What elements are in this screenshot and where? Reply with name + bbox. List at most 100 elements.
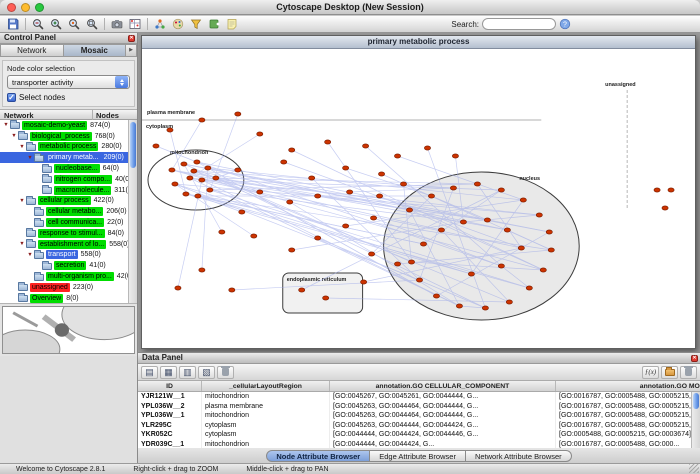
- graph-node[interactable]: [482, 306, 488, 310]
- graph-node[interactable]: [183, 192, 189, 196]
- graph-node[interactable]: [400, 182, 406, 186]
- tree-scrollbar[interactable]: [128, 120, 137, 303]
- graph-node[interactable]: [484, 218, 490, 222]
- graph-node[interactable]: [668, 188, 674, 192]
- graph-node[interactable]: [370, 216, 376, 220]
- graph-node[interactable]: [323, 296, 329, 300]
- select-nodes-checkbox[interactable]: ✓: [7, 93, 16, 102]
- tab-mosaic[interactable]: Mosaic: [64, 44, 127, 57]
- graph-node[interactable]: [520, 198, 526, 202]
- graph-node[interactable]: [213, 176, 219, 180]
- graph-node[interactable]: [195, 194, 201, 198]
- graph-node[interactable]: [506, 300, 512, 304]
- graph-node[interactable]: [194, 160, 200, 164]
- graph-node[interactable]: [181, 162, 187, 166]
- graph-node[interactable]: [460, 220, 466, 224]
- graph-node[interactable]: [325, 140, 331, 144]
- annotation-icon[interactable]: [223, 17, 241, 32]
- graph-node[interactable]: [536, 213, 542, 217]
- minimize-window-button[interactable]: [21, 3, 30, 12]
- tree-row[interactable]: unassigned223(0): [0, 282, 137, 293]
- filter-icon[interactable]: [187, 17, 205, 32]
- column-header[interactable]: _cellularLayoutRegion: [202, 381, 330, 391]
- graph-node[interactable]: [315, 236, 321, 240]
- graph-node[interactable]: [450, 186, 456, 190]
- tree-column-network[interactable]: Network: [4, 111, 34, 120]
- graph-node[interactable]: [315, 194, 321, 198]
- zoom-selected-icon[interactable]: [65, 17, 83, 32]
- graph-node[interactable]: [368, 252, 374, 256]
- table-row[interactable]: YLR295Ccytoplasm[GO:0045263, GO:0044444,…: [138, 421, 700, 431]
- graph-node[interactable]: [343, 166, 349, 170]
- graph-node[interactable]: [343, 224, 349, 228]
- tree-row[interactable]: secretion41(0): [0, 260, 137, 271]
- graph-node[interactable]: [438, 228, 444, 232]
- graph-node[interactable]: [428, 194, 434, 198]
- node-color-attribute-select[interactable]: transporter activity: [7, 75, 130, 89]
- tab-network[interactable]: Network: [0, 44, 64, 57]
- graph-node[interactable]: [175, 286, 181, 290]
- tree-row[interactable]: ▼metabolic process280(0): [0, 142, 137, 153]
- close-control-panel-icon[interactable]: ✕: [128, 35, 135, 42]
- graph-node[interactable]: [361, 280, 367, 284]
- graph-node[interactable]: [299, 288, 305, 292]
- graph-node[interactable]: [546, 230, 552, 234]
- graph-node[interactable]: [378, 172, 384, 176]
- snapshot-icon[interactable]: [108, 17, 126, 32]
- expand-toggle-icon[interactable]: ▼: [26, 155, 34, 161]
- graph-node[interactable]: [394, 154, 400, 158]
- graph-node[interactable]: [408, 260, 414, 264]
- tree-row[interactable]: ▼transport558(0): [0, 250, 137, 261]
- graph-node[interactable]: [406, 208, 412, 212]
- network-icon[interactable]: [151, 17, 169, 32]
- close-data-panel-icon[interactable]: ✕: [691, 355, 698, 362]
- graph-node[interactable]: [433, 294, 439, 298]
- zoom-in-icon[interactable]: [47, 17, 65, 32]
- tree-row[interactable]: ▼cellular process422(0): [0, 196, 137, 207]
- table-row[interactable]: YJR121W__1mitochondrion[GO:0045267, GO:0…: [138, 392, 700, 402]
- vizmapper-icon[interactable]: [169, 17, 187, 32]
- graph-node[interactable]: [235, 112, 241, 116]
- graph-node[interactable]: [416, 278, 422, 282]
- tree-row[interactable]: ▼mosaic-demo-yeast874(0): [0, 120, 137, 131]
- graph-node[interactable]: [207, 188, 213, 192]
- column-header[interactable]: annotation.GO CELLULAR_COMPONENT: [330, 381, 556, 391]
- clear-icon[interactable]: [217, 366, 234, 379]
- column-header[interactable]: annotation.GO MOLECULAR_FUNCTION: [556, 381, 700, 391]
- graph-node[interactable]: [498, 188, 504, 192]
- import-attributes-icon[interactable]: [661, 366, 678, 379]
- delete-icon[interactable]: [680, 366, 697, 379]
- tree-row[interactable]: Overview8(0): [0, 293, 137, 304]
- column-header[interactable]: ID: [138, 381, 202, 391]
- tree-row[interactable]: cell communica...22(0): [0, 217, 137, 228]
- table-scrollbar[interactable]: [691, 392, 700, 448]
- graph-node[interactable]: [229, 288, 235, 292]
- graph-node[interactable]: [172, 182, 178, 186]
- create-attribute-icon[interactable]: ▦: [160, 366, 177, 379]
- graph-node[interactable]: [526, 286, 532, 290]
- graph-node[interactable]: [257, 132, 263, 136]
- help-icon[interactable]: ?: [556, 17, 574, 32]
- resize-grip[interactable]: [689, 464, 699, 473]
- graph-node[interactable]: [363, 144, 369, 148]
- graph-node[interactable]: [468, 272, 474, 276]
- graph-node[interactable]: [548, 248, 554, 252]
- tree-column-nodes[interactable]: Nodes: [92, 110, 119, 120]
- graph-node[interactable]: [239, 210, 245, 214]
- tree-row[interactable]: cellular metabo...206(0): [0, 206, 137, 217]
- tree-row[interactable]: response to stimul...84(0): [0, 228, 137, 239]
- graph-node[interactable]: [235, 168, 241, 172]
- graph-node[interactable]: [257, 190, 263, 194]
- overview-icon[interactable]: [126, 17, 144, 32]
- graph-node[interactable]: [199, 178, 205, 182]
- graph-node[interactable]: [205, 166, 211, 170]
- graph-node[interactable]: [251, 234, 257, 238]
- graph-node[interactable]: [187, 176, 193, 180]
- table-row[interactable]: YPL036W__1mitochondrion[GO:0045263, GO:0…: [138, 411, 700, 421]
- graph-node[interactable]: [347, 190, 353, 194]
- table-row[interactable]: YKR052Ccytoplasm[GO:0044444, GO:0044424,…: [138, 430, 700, 440]
- function-builder-icon[interactable]: ƒ(x): [642, 366, 659, 379]
- zoom-out-icon[interactable]: [29, 17, 47, 32]
- graph-node[interactable]: [289, 148, 295, 152]
- table-row[interactable]: YDR039C__1mitochondrion[GO:0044444, GO:0…: [138, 440, 700, 449]
